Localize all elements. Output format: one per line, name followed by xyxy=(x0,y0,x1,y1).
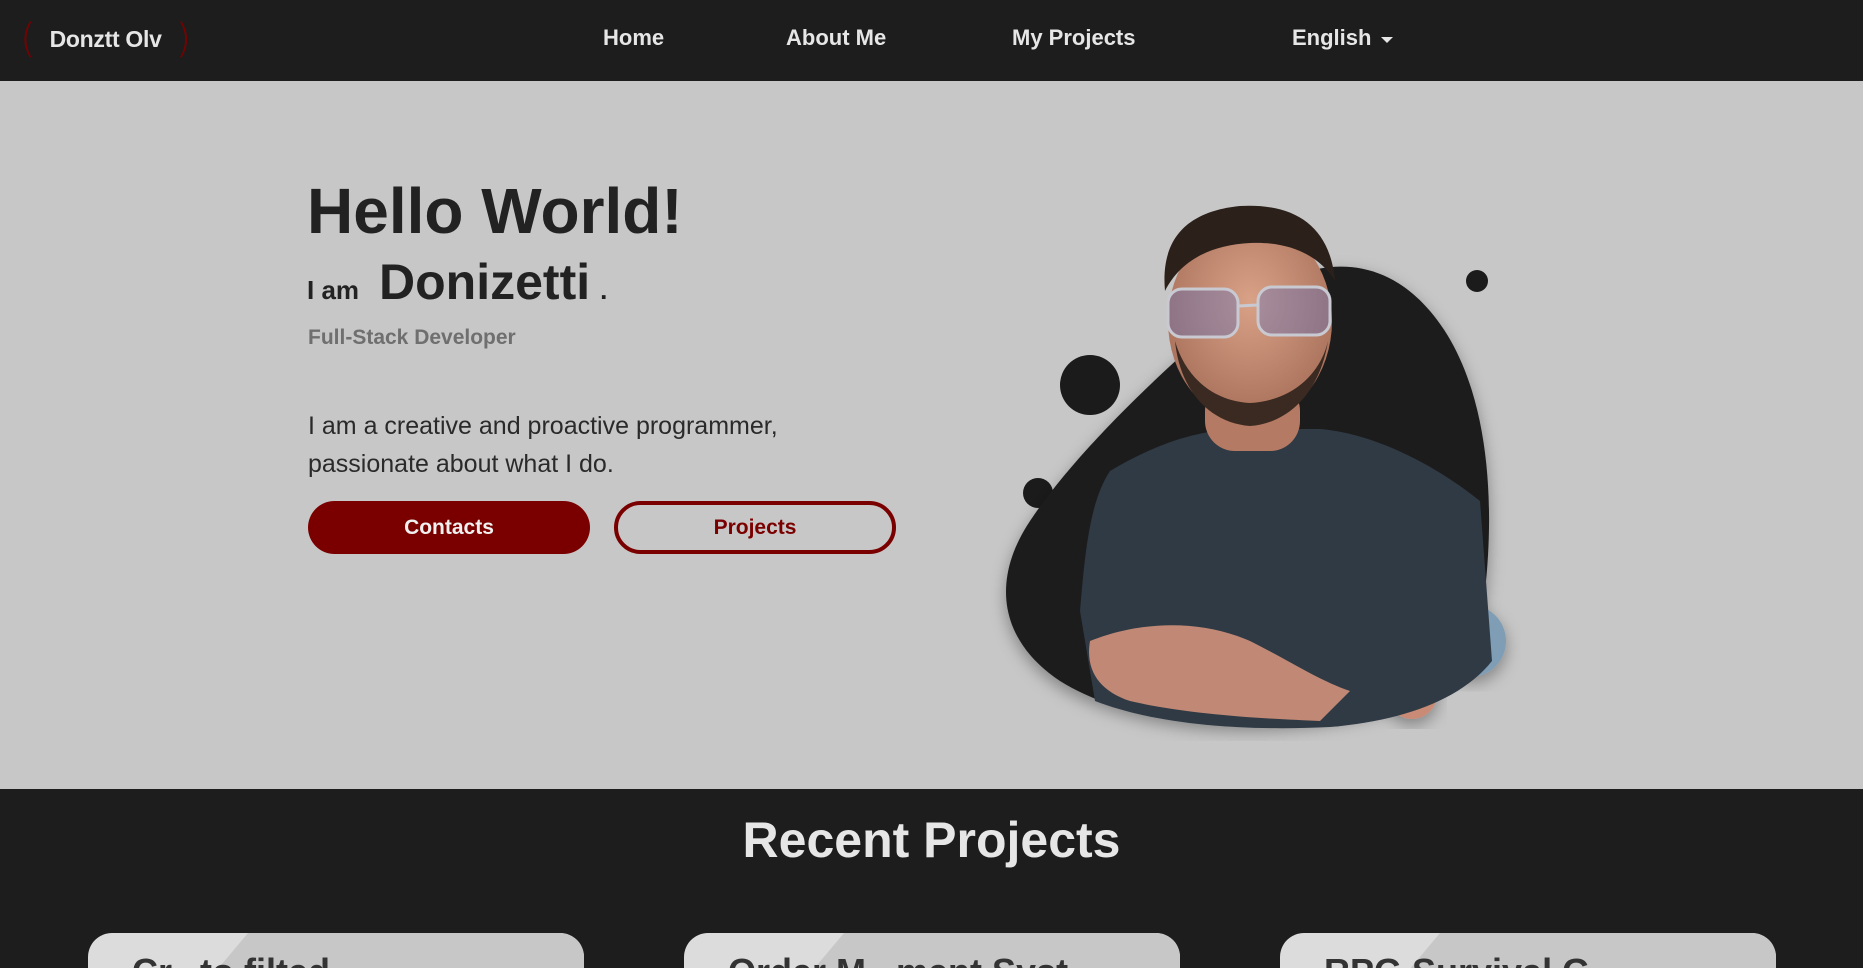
navbar: ( Donztt Olv ) Home About Me My Projects… xyxy=(0,0,1863,81)
decor-blob-small xyxy=(1466,270,1488,292)
recent-projects-section: Recent Projects Cr...to filted Order M..… xyxy=(0,789,1863,968)
recent-projects-title: Recent Projects xyxy=(742,812,1121,868)
logo-text: Donztt Olv xyxy=(49,25,162,52)
hero-intro-line: I am Donizetti . xyxy=(307,253,607,311)
decor-blob-medium xyxy=(1060,355,1120,415)
site-logo[interactable]: ( Donztt Olv ) xyxy=(20,16,191,62)
projects-button[interactable]: Projects xyxy=(614,501,896,554)
hero-greeting: Hello World! xyxy=(307,175,683,247)
hero-intro: I am xyxy=(307,275,360,305)
nav-link-my-projects[interactable]: My Projects xyxy=(1012,25,1136,51)
profile-portrait xyxy=(1006,205,1506,729)
project-card[interactable]: Order M...ment Syst... xyxy=(684,933,1180,968)
logo-left-bracket: ( xyxy=(20,16,36,62)
hero-section: Hello World! I am Donizetti . Full-Stack… xyxy=(0,81,1863,789)
hero-description: I am a creative and proactive programmer… xyxy=(308,412,778,478)
caret-down-icon xyxy=(1381,36,1394,43)
nav-link-home[interactable]: Home xyxy=(603,25,664,51)
project-card-title: RPG Survival G... xyxy=(1324,951,1620,968)
project-card[interactable]: RPG Survival G... xyxy=(1280,933,1776,968)
language-dropdown[interactable]: English xyxy=(1292,25,1394,51)
language-label: English xyxy=(1292,25,1372,50)
nav-link-about-me[interactable]: About Me xyxy=(786,25,886,51)
hero-name-cursor: . xyxy=(600,275,608,305)
project-card-title: Order M...ment Syst... xyxy=(728,951,1098,968)
logo-right-bracket: ) xyxy=(175,16,192,62)
project-card-title: Cr...to filted xyxy=(132,951,330,968)
contacts-button[interactable]: Contacts xyxy=(308,501,590,554)
project-card[interactable]: Cr...to filted xyxy=(88,933,584,968)
hero-role: Full-Stack Developer xyxy=(308,326,516,349)
hero-name: Donizetti xyxy=(379,254,591,310)
